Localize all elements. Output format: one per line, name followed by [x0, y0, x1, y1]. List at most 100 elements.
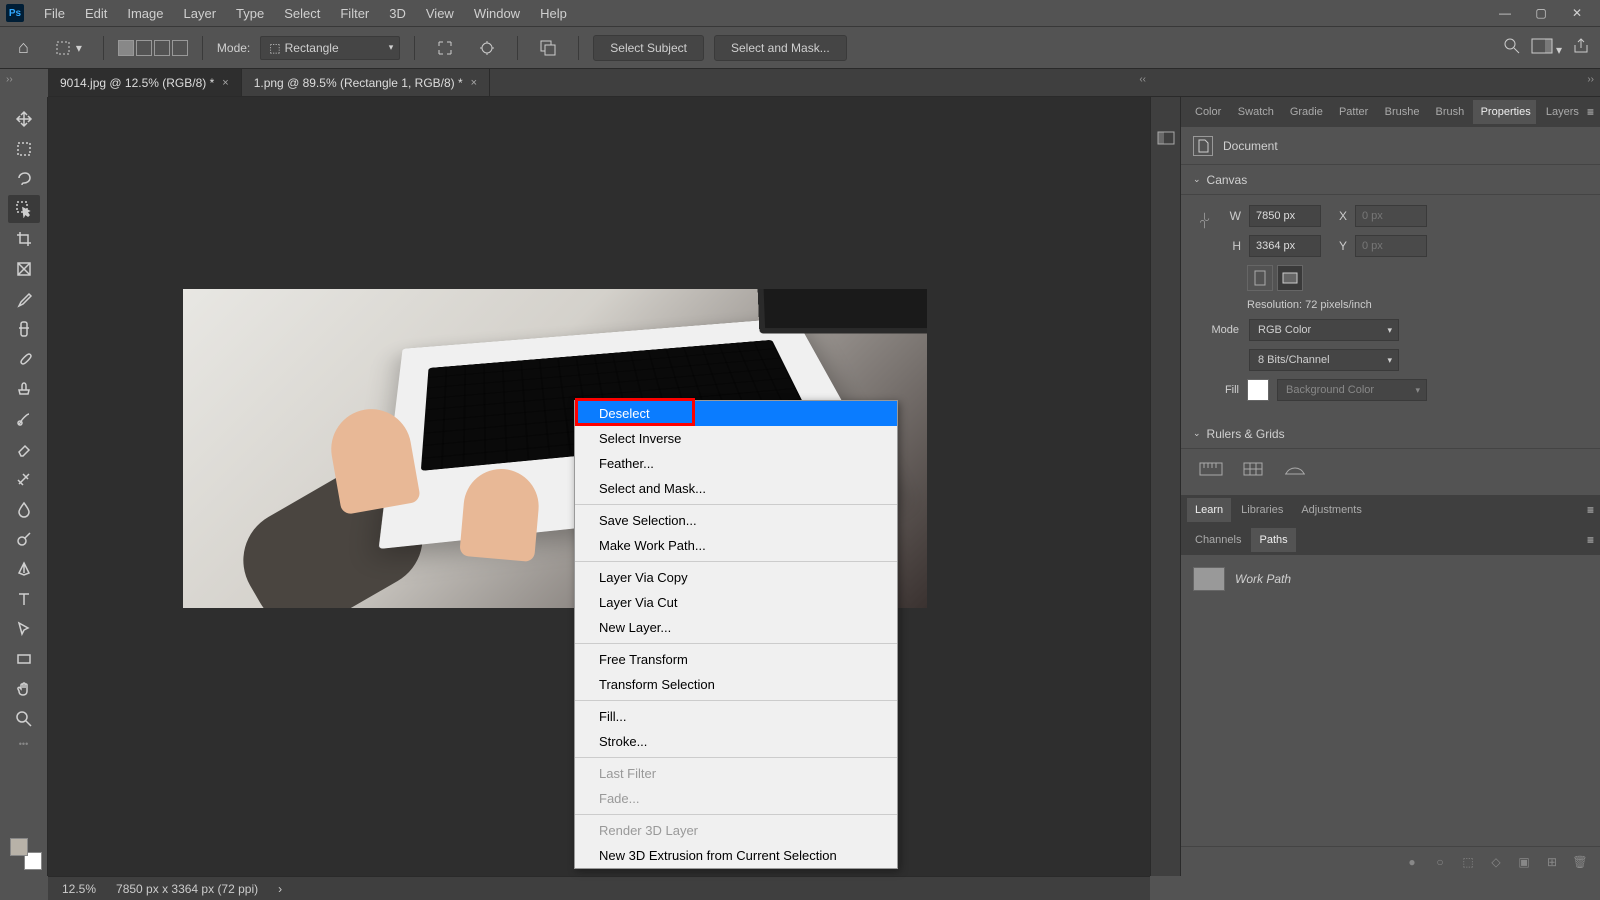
menu-type[interactable]: Type	[226, 2, 274, 25]
panel-icon[interactable]	[1155, 127, 1177, 149]
rulers-button[interactable]	[1197, 459, 1225, 479]
pen-tool[interactable]	[8, 555, 40, 583]
panel-tab-color[interactable]: Color	[1187, 100, 1228, 124]
menu-window[interactable]: Window	[464, 2, 530, 25]
make-path-icon[interactable]: ◇	[1488, 854, 1504, 870]
panel-tab-swatch[interactable]: Swatch	[1230, 100, 1280, 124]
document-tab[interactable]: 9014.jpg @ 12.5% (RGB/8) *×	[48, 69, 242, 96]
context-menu-item[interactable]: Select Inverse	[575, 426, 897, 451]
link-icon[interactable]	[1197, 205, 1213, 245]
context-menu-item[interactable]: Save Selection...	[575, 508, 897, 533]
tab-close-icon[interactable]: ×	[222, 77, 228, 89]
context-menu-item[interactable]: Free Transform	[575, 647, 897, 672]
delete-path-icon[interactable]: 🗑	[1572, 854, 1588, 870]
type-tool[interactable]	[8, 585, 40, 613]
object-selection-tool[interactable]	[8, 195, 40, 223]
fill-color-swatch[interactable]	[1247, 379, 1269, 401]
rulers-grids-header[interactable]: ⌄ Rulers & Grids	[1181, 419, 1600, 449]
lasso-tool[interactable]	[8, 165, 40, 193]
home-icon[interactable]: ⌂	[10, 33, 37, 62]
panel-tab-layers[interactable]: Layers	[1538, 100, 1585, 124]
panel-tab-properties[interactable]: Properties	[1473, 100, 1536, 124]
close-button[interactable]: ✕	[1570, 6, 1584, 20]
intersect-selection-button[interactable]	[172, 40, 188, 56]
eyedropper-tool[interactable]	[8, 285, 40, 313]
tab-close-icon[interactable]: ×	[471, 77, 477, 89]
select-subject-button[interactable]: Select Subject	[593, 35, 704, 61]
dodge-tool[interactable]	[8, 525, 40, 553]
context-menu-item[interactable]: Fill...	[575, 704, 897, 729]
landscape-orientation-button[interactable]	[1277, 265, 1303, 291]
color-mode-select[interactable]: RGB Color	[1249, 319, 1399, 341]
panel-tab-paths[interactable]: Paths	[1251, 528, 1295, 552]
status-more-icon[interactable]: ›	[278, 882, 282, 896]
menu-view[interactable]: View	[416, 2, 464, 25]
maximize-button[interactable]: ▢	[1534, 6, 1548, 20]
move-tool[interactable]	[8, 105, 40, 133]
document-tab[interactable]: 1.png @ 89.5% (Rectangle 1, RGB/8) *×	[242, 69, 490, 96]
panel-menu-icon[interactable]: ≡	[1587, 533, 1594, 547]
brush-tool[interactable]	[8, 345, 40, 373]
context-menu-item[interactable]: Layer Via Copy	[575, 565, 897, 590]
mode-select[interactable]: ⬚Rectangle	[260, 36, 400, 60]
height-input[interactable]	[1249, 235, 1321, 257]
add-mask-icon[interactable]: ▣	[1516, 854, 1532, 870]
panel-tab-channels[interactable]: Channels	[1187, 528, 1249, 552]
select-and-mask-button[interactable]: Select and Mask...	[714, 35, 847, 61]
context-menu-item[interactable]: Layer Via Cut	[575, 590, 897, 615]
menu-file[interactable]: File	[34, 2, 75, 25]
menu-edit[interactable]: Edit	[75, 2, 117, 25]
tool-overflow-icon[interactable]: •••	[19, 739, 28, 749]
fill-path-icon[interactable]: ●	[1404, 854, 1420, 870]
menu-layer[interactable]: Layer	[174, 2, 227, 25]
context-menu-item[interactable]: Deselect	[575, 401, 897, 426]
context-menu-item[interactable]: New 3D Extrusion from Current Selection	[575, 843, 897, 868]
zoom-tool[interactable]	[8, 705, 40, 733]
eraser-tool[interactable]	[8, 435, 40, 463]
rectangle-tool[interactable]	[8, 645, 40, 673]
panel-tab-libraries[interactable]: Libraries	[1233, 498, 1291, 522]
workspace-switcher[interactable]: ▾	[1531, 38, 1562, 57]
search-icon[interactable]	[1503, 37, 1521, 58]
minimize-button[interactable]: —	[1498, 6, 1512, 20]
menu-select[interactable]: Select	[274, 2, 330, 25]
expand-right-gutter-icon[interactable]: ‹‹	[1139, 74, 1146, 85]
canvas-section-header[interactable]: ⌄ Canvas	[1181, 165, 1600, 195]
width-input[interactable]	[1249, 205, 1321, 227]
panel-tab-adjustments[interactable]: Adjustments	[1293, 498, 1370, 522]
healing-brush-tool[interactable]	[8, 315, 40, 343]
share-icon[interactable]	[1572, 37, 1590, 58]
add-selection-button[interactable]	[136, 40, 152, 56]
gradient-tool[interactable]	[8, 465, 40, 493]
subtract-selection-button[interactable]	[154, 40, 170, 56]
color-swatches[interactable]	[10, 838, 38, 866]
panel-tab-patter[interactable]: Patter	[1331, 100, 1375, 124]
menu-filter[interactable]: Filter	[330, 2, 379, 25]
marquee-tool[interactable]	[8, 135, 40, 163]
path-item[interactable]: Work Path	[1191, 563, 1590, 595]
panel-tab-gradie[interactable]: Gradie	[1282, 100, 1329, 124]
panel-tab-brushe[interactable]: Brushe	[1377, 100, 1426, 124]
context-menu-item[interactable]: Feather...	[575, 451, 897, 476]
foreground-color-swatch[interactable]	[10, 838, 28, 856]
stroke-path-icon[interactable]: ○	[1432, 854, 1448, 870]
panel-tab-learn[interactable]: Learn	[1187, 498, 1231, 522]
select-settings-icon[interactable]	[471, 34, 503, 62]
context-menu-item[interactable]: Stroke...	[575, 729, 897, 754]
history-brush-tool[interactable]	[8, 405, 40, 433]
fill-select[interactable]: Background Color	[1277, 379, 1427, 401]
load-selection-icon[interactable]: ⬚	[1460, 854, 1476, 870]
context-menu-item[interactable]: Make Work Path...	[575, 533, 897, 558]
new-path-icon[interactable]: ⊞	[1544, 854, 1560, 870]
context-menu-item[interactable]: Select and Mask...	[575, 476, 897, 501]
select-focus-icon[interactable]	[429, 34, 461, 62]
hand-tool[interactable]	[8, 675, 40, 703]
new-selection-button[interactable]	[118, 40, 134, 56]
blur-tool[interactable]	[8, 495, 40, 523]
panel-tab-brush[interactable]: Brush	[1427, 100, 1470, 124]
clone-stamp-tool[interactable]	[8, 375, 40, 403]
frame-tool[interactable]	[8, 255, 40, 283]
panel-menu-icon[interactable]: ≡	[1587, 503, 1594, 517]
sample-layers-icon[interactable]	[532, 34, 564, 62]
bit-depth-select[interactable]: 8 Bits/Channel	[1249, 349, 1399, 371]
